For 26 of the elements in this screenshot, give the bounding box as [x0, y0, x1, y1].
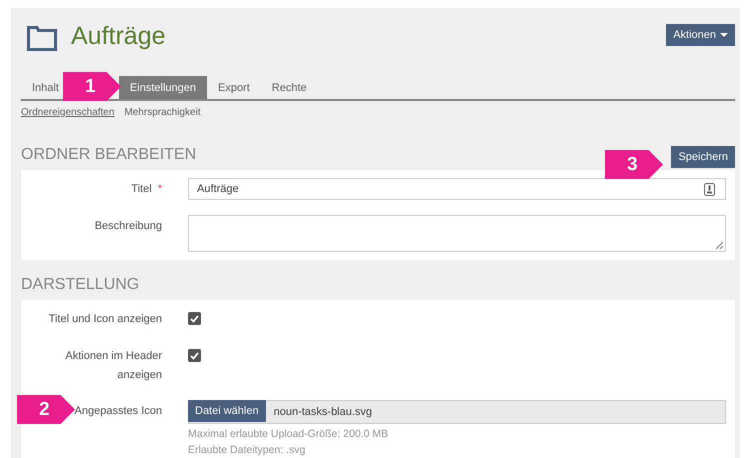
- field-label: Beschreibung: [94, 220, 162, 232]
- tab[interactable]: Export: [206, 76, 261, 99]
- section-title: ORDNER BEARBEITEN: [21, 146, 196, 164]
- subtab-link[interactable]: Mehrsprachigkeit: [124, 107, 207, 118]
- section-title: DARSTELLUNG: [21, 276, 140, 294]
- tab[interactable]: Rechte: [260, 76, 318, 99]
- folder-icon: [27, 26, 57, 50]
- tab[interactable]: Inhalt: [21, 76, 59, 99]
- field-info-icon: [704, 182, 715, 196]
- field-label: Titel und Icon anzeigen: [48, 313, 162, 325]
- help-text: Erlaubte Dateitypen: .svg: [188, 444, 306, 456]
- page-title: Aufträge: [71, 22, 166, 50]
- field-label: Titel: [131, 183, 152, 195]
- field-label: Aktionen im Header anzeigen: [65, 350, 162, 381]
- actions-button[interactable]: Aktionen: [666, 24, 735, 46]
- help-text: Maximal erlaubte Upload-Größe: 200.0 MB: [188, 428, 390, 440]
- field-label: Angepasstes Icon: [74, 405, 162, 417]
- tab[interactable]: Einstellungen: [118, 76, 207, 99]
- title-input[interactable]: Aufträge: [188, 178, 726, 200]
- checkbox[interactable]: [188, 312, 201, 325]
- checkbox[interactable]: [188, 349, 201, 362]
- caret-icon: [720, 32, 728, 38]
- resize-handle-icon: [716, 242, 723, 249]
- save-button[interactable]: Speichern: [671, 146, 735, 168]
- required-mark: *: [158, 183, 162, 195]
- subtab-link[interactable]: Ordnereigenschaften: [21, 107, 120, 118]
